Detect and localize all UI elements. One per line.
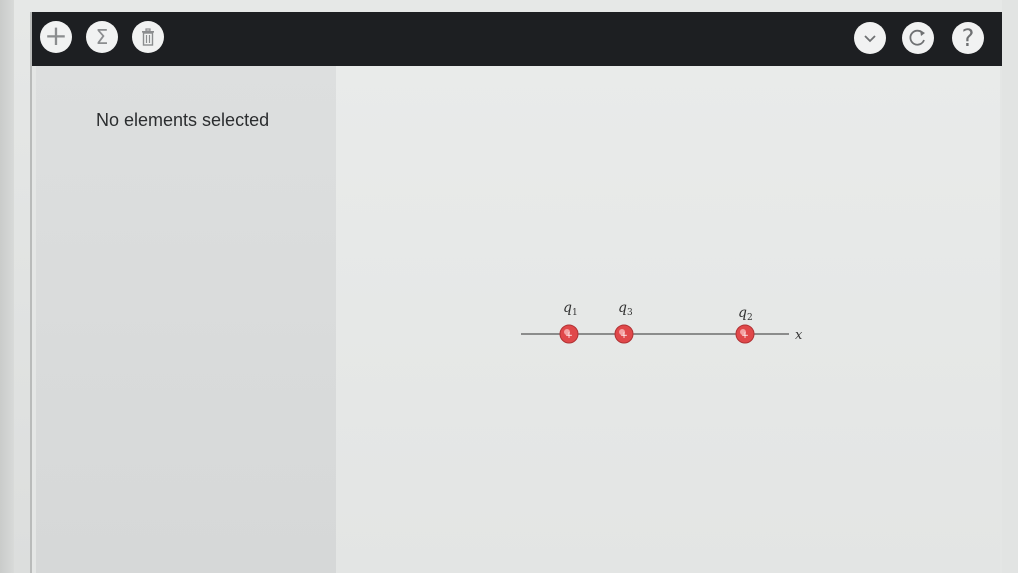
selection-status-text: No elements selected (96, 110, 270, 130)
monitor-bezel (0, 0, 14, 573)
drawing-canvas[interactable]: + q1 + q3 + q2 x (336, 66, 1000, 573)
charge-q1[interactable]: + q1 (559, 300, 579, 344)
charge-label-q2: q2 (738, 305, 753, 323)
monitor-bezel-right (1002, 0, 1018, 573)
sigma-icon: Σ (95, 25, 109, 49)
charge-sign-q2: + (741, 331, 749, 341)
add-button[interactable]: + (40, 21, 72, 53)
trash-icon (142, 28, 154, 46)
charge-label-q3: q3 (618, 300, 633, 318)
help-button[interactable]: ? (952, 22, 984, 54)
dropdown-button[interactable] (854, 22, 886, 54)
charge-q2[interactable]: + q2 (735, 305, 755, 344)
screen: + Σ ? No elements selected + q1 + q3 + q… (0, 0, 1018, 573)
delete-button[interactable] (132, 21, 164, 53)
reset-button[interactable] (902, 22, 934, 54)
help-icon: ? (961, 24, 975, 52)
charge-q3[interactable]: + q3 (614, 300, 634, 344)
chevron-down-icon (864, 35, 876, 43)
sum-button[interactable]: Σ (86, 21, 118, 53)
selection-sidebar: No elements selected (36, 66, 336, 573)
charge-diagram: + q1 + q3 + q2 x (521, 300, 803, 344)
charge-sign-q1: + (565, 331, 573, 341)
charge-sign-q3: + (620, 331, 628, 341)
reset-icon (909, 29, 925, 46)
app-window: + Σ ? No elements selected + q1 + q3 + q… (30, 12, 1004, 573)
charge-label-q1: q1 (563, 300, 578, 318)
plus-icon: + (44, 19, 68, 52)
toolbar: + Σ ? (32, 12, 1004, 66)
x-axis-label: x (795, 328, 803, 343)
